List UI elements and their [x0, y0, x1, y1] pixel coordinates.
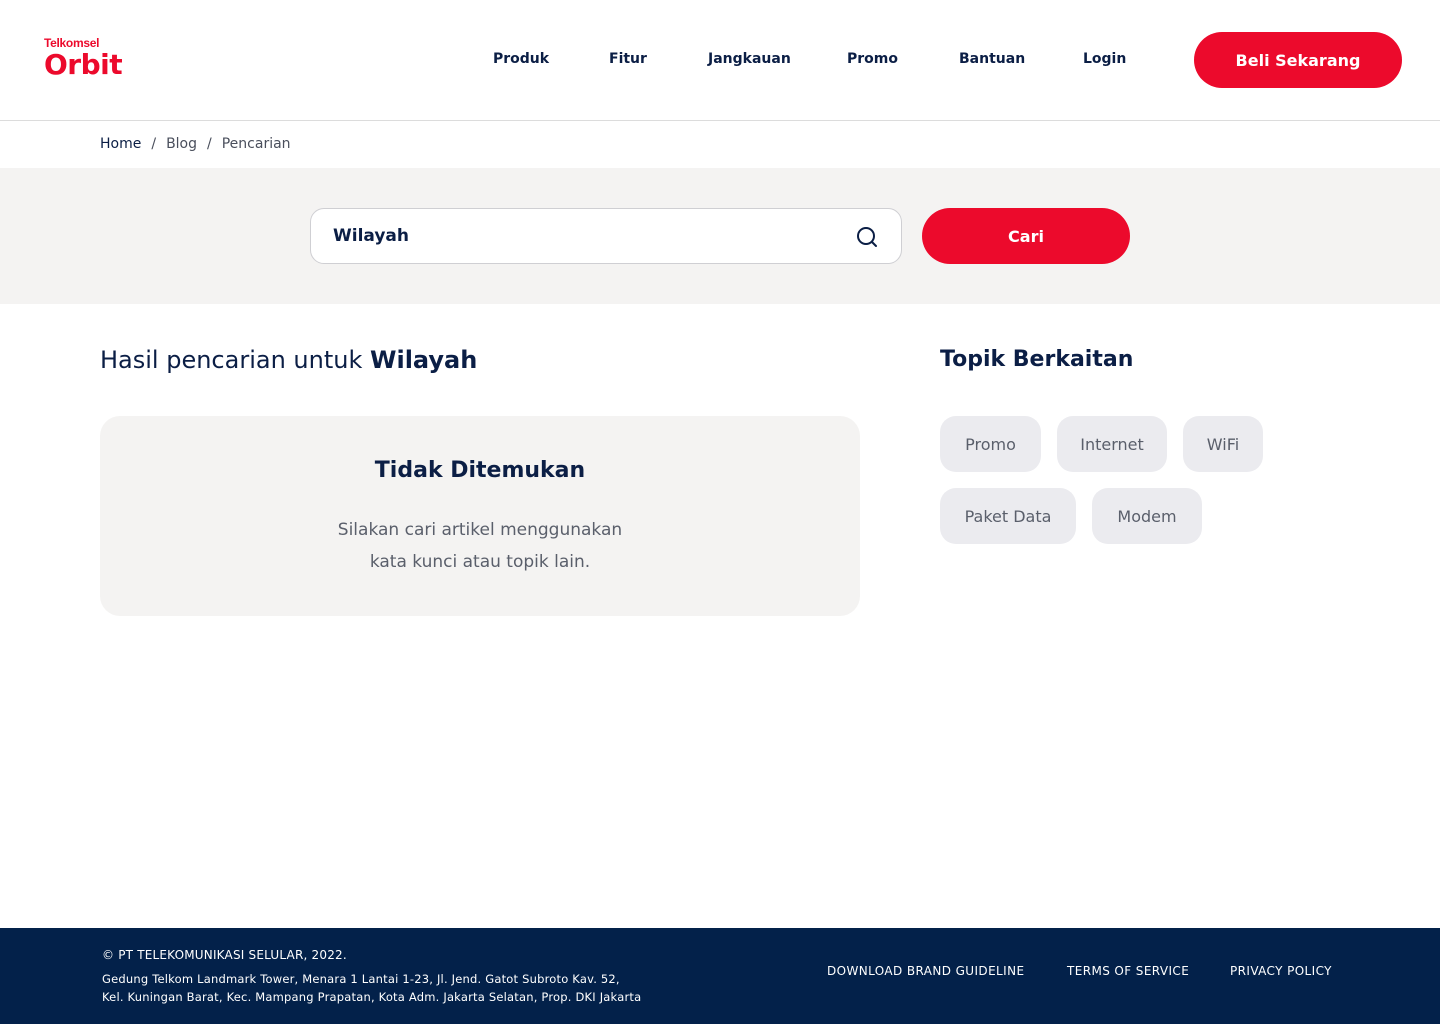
empty-desc-line: kata kunci atau topik lain. [369, 552, 591, 572]
footer-link-brand-guideline[interactable]: DOWNLOAD BRAND GUIDELINE [827, 964, 1024, 978]
nav-item-produk[interactable]: Produk [493, 48, 549, 70]
telkomsel-orbit-logo[interactable]: Telkomsel Orbit [44, 37, 134, 83]
search-section: Cari [0, 168, 1440, 304]
search-button[interactable]: Cari [922, 208, 1130, 264]
empty-results-card: Tidak Ditemukan Silakan cari artikel men… [100, 416, 860, 616]
results-query: Wilayah [370, 346, 478, 374]
related-topics-title: Topik Berkaitan [940, 347, 1134, 372]
footer-address: Gedung Telkom Landmark Tower, Menara 1 L… [102, 970, 641, 1006]
breadcrumb-current: Pencarian [221, 136, 291, 152]
results-prefix: Hasil pencarian untuk [100, 346, 363, 374]
topic-chip-modem[interactable]: Modem [1092, 488, 1202, 544]
empty-results-title: Tidak Ditemukan [374, 458, 586, 483]
topic-chip-wifi[interactable]: WiFi [1183, 416, 1263, 472]
empty-results-description: Silakan cari artikel menggunakan kata ku… [100, 514, 860, 578]
footer-copyright: © PT TELEKOMUNIKASI SELULAR, 2022. [102, 948, 347, 962]
search-box [310, 208, 902, 264]
buy-now-button[interactable]: Beli Sekarang [1194, 32, 1402, 88]
breadcrumb-home[interactable]: Home [100, 136, 141, 152]
nav-item-promo[interactable]: Promo [847, 48, 898, 70]
empty-desc-line: Silakan cari artikel menggunakan [337, 520, 623, 540]
topic-chip-promo[interactable]: Promo [940, 416, 1041, 472]
site-header: Telkomsel Orbit Produk Fitur Jangkauan P… [0, 0, 1440, 121]
footer-address-line: Gedung Telkom Landmark Tower, Menara 1 L… [102, 972, 620, 986]
results-heading: Hasil pencarian untuk Wilayah [100, 344, 477, 376]
footer-link-privacy[interactable]: PRIVACY POLICY [1230, 964, 1332, 978]
breadcrumb-blog[interactable]: Blog [166, 136, 197, 152]
nav-item-bantuan[interactable]: Bantuan [959, 48, 1025, 70]
topic-chip-internet[interactable]: Internet [1057, 416, 1167, 472]
footer-address-line: Kel. Kuningan Barat, Kec. Mampang Prapat… [102, 990, 642, 1004]
topic-chip-paket-data[interactable]: Paket Data [940, 488, 1076, 544]
footer-link-terms[interactable]: TERMS OF SERVICE [1067, 964, 1189, 978]
breadcrumb-separator: / [207, 136, 212, 152]
search-icon[interactable] [855, 225, 879, 249]
logo-product-text: Orbit [44, 48, 123, 81]
search-input[interactable] [333, 209, 833, 263]
breadcrumb: Home / Blog / Pencarian [100, 134, 291, 154]
nav-item-jangkauan[interactable]: Jangkauan [708, 48, 791, 70]
nav-item-login[interactable]: Login [1083, 48, 1126, 70]
nav-item-fitur[interactable]: Fitur [609, 48, 647, 70]
site-footer: © PT TELEKOMUNIKASI SELULAR, 2022. Gedun… [0, 928, 1440, 1024]
breadcrumb-separator: / [151, 136, 157, 152]
